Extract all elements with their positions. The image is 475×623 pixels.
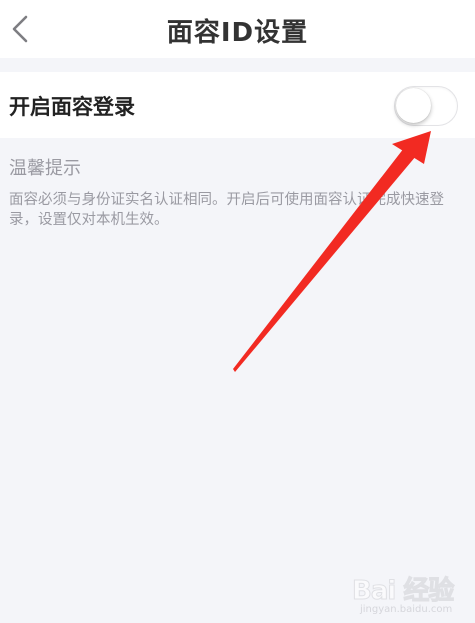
watermark-subtext: jingyan.baidu.com [360,604,453,615]
watermark-text: Bai 经验 [351,576,454,607]
face-login-label: 开启面容登录 [9,95,135,119]
watermark-logo: Bai 经验 jingyan.baidu.com [351,568,467,616]
tips-text: 面容必须与身份证实名认证相同。开启后可使用面容认证完成快速登录，设置仅对本机生效… [9,192,444,228]
face-login-toggle[interactable] [394,86,458,126]
toggle-knob [396,88,431,123]
tips-title: 温馨提示 [9,158,81,179]
page-title: 面容ID设置 [166,18,309,48]
nav-header: 面容ID设置 [0,0,475,58]
arrow-shaft [233,148,416,372]
